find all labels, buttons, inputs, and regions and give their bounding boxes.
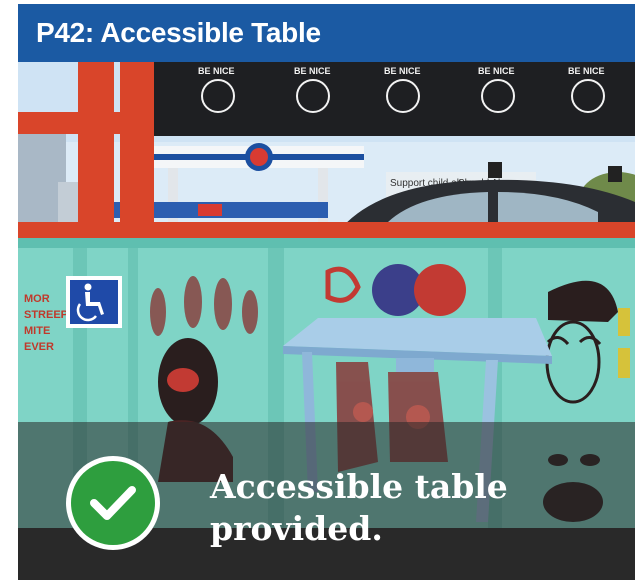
- checkmark-icon: [71, 461, 155, 545]
- banner-text: BE NICE: [478, 66, 515, 76]
- banner-text: BE NICE: [294, 66, 331, 76]
- page-title: P42: Accessible Table: [36, 17, 321, 48]
- banner-text: BE NICE: [568, 66, 605, 76]
- status-caption: Accessible table provided.: [210, 466, 530, 550]
- banner-text: BE NICE: [198, 66, 235, 76]
- caption-line-1: Accessible table: [210, 467, 508, 506]
- header-bar: P42: Accessible Table: [18, 4, 635, 62]
- status-badge: [66, 456, 160, 550]
- wall-text: MITE: [24, 325, 50, 337]
- wall-text: MOR: [24, 293, 50, 305]
- wall-text: STREEP: [24, 309, 68, 321]
- card: P42: Accessible Table Support child abus…: [18, 4, 635, 580]
- wall-text: EVER: [24, 341, 54, 353]
- caption-line-2: provided.: [210, 509, 383, 548]
- banner-text: BE NICE: [384, 66, 421, 76]
